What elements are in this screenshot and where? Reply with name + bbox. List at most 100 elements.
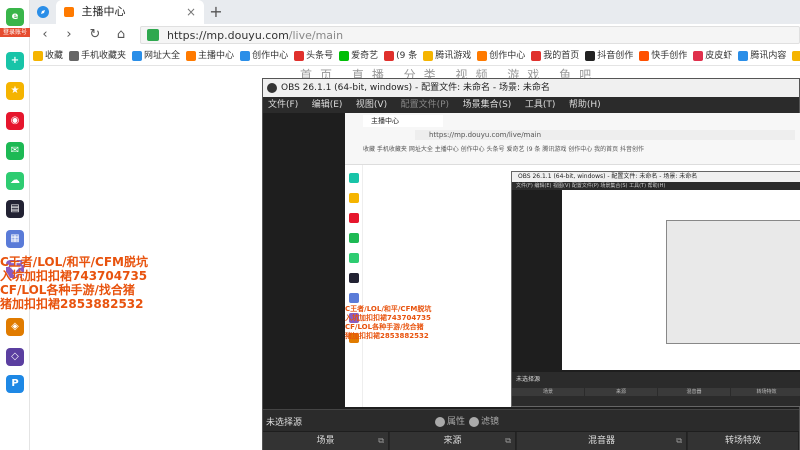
bookmark-item[interactable]: (9 条 bbox=[381, 46, 420, 65]
address-bar[interactable]: https://mp.douyu.com/live/main bbox=[140, 26, 800, 44]
bookmark-item[interactable]: 爱奇艺 bbox=[336, 46, 381, 65]
overlay-line-1: C王者/LOL/和平/CFM脱坑 bbox=[0, 255, 148, 269]
preview-sidebar-icon bbox=[349, 293, 359, 303]
address-text: https://mp.douyu.com/live/main bbox=[167, 29, 344, 42]
preview-bookmarks: 收藏 手机收藏夹 网址大全 主播中心 创作中心 头条号 爱奇艺 (9 条 腾讯游… bbox=[363, 146, 645, 153]
bookmark-item[interactable]: 头条号 bbox=[291, 46, 336, 65]
menu-help[interactable]: 帮助(H) bbox=[564, 97, 606, 113]
preview-sidebar-icon bbox=[349, 213, 359, 223]
bookmark-label: 腾讯内容 bbox=[750, 51, 787, 61]
bookmark-item[interactable]: 网址大全 bbox=[129, 46, 183, 65]
login-badge[interactable]: 登录账号 bbox=[0, 28, 30, 37]
no-source-label: 未选择源 bbox=[266, 418, 303, 428]
filter-icon bbox=[469, 416, 479, 427]
dock-scenes[interactable]: 场景 ⧉ bbox=[263, 432, 389, 450]
obs-preview-margin bbox=[263, 113, 345, 407]
obs-window[interactable]: OBS 26.1.1 (64-bit, windows) - 配置文件: 未命名… bbox=[262, 78, 800, 450]
dock-transitions[interactable]: 转场特效 bbox=[688, 432, 799, 450]
app-icon-blue[interactable]: P bbox=[6, 375, 24, 393]
bookmark-item[interactable]: 快手创作 bbox=[636, 46, 690, 65]
preview-sidebar-icon bbox=[349, 173, 359, 183]
bookmark-item[interactable]: 创作中心 bbox=[237, 46, 291, 65]
bookmark-favicon-icon bbox=[186, 50, 197, 61]
bookmark-item[interactable]: 主播中心 bbox=[183, 46, 237, 65]
preview-sidebar-icon bbox=[349, 253, 359, 263]
forward-icon[interactable]: › bbox=[58, 24, 80, 46]
obs-preview[interactable]: 主播中心 https://mp.douyu.com/live/main 收藏 手… bbox=[345, 113, 800, 407]
bookmark-item[interactable]: 创作中心 bbox=[474, 46, 528, 65]
browser-logo-icon[interactable]: e bbox=[6, 8, 24, 26]
nested-dock-transitions: 转场特效 bbox=[731, 388, 800, 396]
app-icon-dark[interactable]: ▤ bbox=[6, 200, 24, 218]
mail-icon[interactable]: ✉ bbox=[6, 142, 24, 160]
overlay-line-3: CF/LOL各种手游/找合猪 bbox=[0, 283, 135, 297]
properties-button[interactable]: 属性 bbox=[435, 414, 465, 427]
preview-browser-chrome: 主播中心 https://mp.douyu.com/live/main 收藏 手… bbox=[345, 113, 800, 165]
preview-sidebar-icon bbox=[349, 273, 359, 283]
new-tab-button[interactable]: + bbox=[206, 0, 226, 24]
preview-sidebar bbox=[345, 165, 363, 407]
dock-sources[interactable]: 来源 ⧉ bbox=[390, 432, 516, 450]
bookmarks-bar: 收藏 手机收藏夹 网址大全 主播中心 创作中心 头条号 爱奇艺 (9 条 腾讯游戏 创作中心 我的首… bbox=[30, 46, 800, 66]
cloud-icon[interactable]: ☁ bbox=[6, 172, 24, 190]
star-icon[interactable]: ★ bbox=[6, 82, 24, 100]
overlay-line-2: 入坑加扣扣裙743704735 bbox=[0, 269, 148, 283]
menu-view[interactable]: 视图(V) bbox=[351, 97, 392, 113]
bookmark-favicon-icon bbox=[738, 50, 749, 61]
reload-icon[interactable]: ↻ bbox=[84, 24, 106, 46]
menu-profile[interactable]: 配置文件(P) bbox=[396, 97, 454, 113]
bookmark-favicon-icon bbox=[69, 50, 80, 61]
menu-scene-collection[interactable]: 场景集合(S) bbox=[458, 97, 517, 113]
filters-button[interactable]: 滤镜 bbox=[469, 414, 499, 427]
tab-title: 主播中心 bbox=[81, 5, 126, 18]
dock-mixer[interactable]: 混音器 ⧉ bbox=[517, 432, 687, 450]
bookmark-label: 创作中心 bbox=[252, 51, 289, 61]
bookmark-favicon-icon bbox=[132, 50, 143, 61]
preview-tab-title: 主播中心 bbox=[363, 115, 443, 127]
left-sidebar: e 登录账号 + ★ ◉ ✉ ☁ ▤ ▦ ◆ ◈ ◇ P bbox=[0, 0, 30, 450]
nested-deep-capture bbox=[666, 220, 800, 344]
menu-file[interactable]: 文件(F) bbox=[263, 97, 303, 113]
doc-icon[interactable]: ▦ bbox=[6, 230, 24, 248]
bookmark-label: 手机收藏夹 bbox=[81, 51, 127, 61]
bookmark-item[interactable]: 手机收藏夹 bbox=[66, 46, 129, 65]
bookmark-label: 头条号 bbox=[306, 51, 334, 61]
bookmark-item[interactable]: 抖音创作 bbox=[582, 46, 636, 65]
bookmark-item[interactable]: QQ bbox=[789, 46, 800, 65]
preview-address: https://mp.douyu.com/live/main bbox=[415, 130, 795, 140]
bookmark-item[interactable]: 皮皮虾 bbox=[690, 46, 735, 65]
back-icon[interactable]: ‹ bbox=[34, 24, 56, 46]
lock-icon bbox=[147, 29, 159, 41]
tab-main[interactable]: 主播中心 × bbox=[56, 0, 204, 24]
nested-preview bbox=[562, 190, 800, 370]
home-icon[interactable]: ⌂ bbox=[110, 24, 132, 46]
gear-icon bbox=[435, 416, 445, 427]
undock-icon[interactable]: ⧉ bbox=[676, 432, 682, 450]
bookmark-item[interactable]: 收藏 bbox=[30, 46, 66, 65]
bookmark-item[interactable]: 腾讯内容 bbox=[735, 46, 789, 65]
weibo-icon[interactable]: ◉ bbox=[6, 112, 24, 130]
nested-dock-sources: 来源 bbox=[585, 388, 657, 396]
obs-title-bar[interactable]: OBS 26.1.1 (64-bit, windows) - 配置文件: 未命名… bbox=[263, 79, 799, 97]
bookmark-item[interactable]: 腾讯游戏 bbox=[420, 46, 474, 65]
nested-obs-title: OBS 26.1.1 (64-bit, windows) - 配置文件: 未命名… bbox=[512, 172, 800, 182]
close-icon[interactable]: × bbox=[186, 0, 196, 24]
bookmark-label: 抖音创作 bbox=[597, 51, 634, 61]
app-icon-green[interactable]: + bbox=[6, 52, 24, 70]
menu-edit[interactable]: 编辑(E) bbox=[307, 97, 348, 113]
bookmark-label: 快手创作 bbox=[651, 51, 688, 61]
bookmark-label: 我的首页 bbox=[543, 51, 580, 61]
bookmark-label: 主播中心 bbox=[198, 51, 235, 61]
browser-home-tab[interactable] bbox=[30, 0, 56, 24]
undock-icon[interactable]: ⧉ bbox=[505, 432, 511, 450]
stream-overlay-text: C王者/LOL/和平/CFM脱坑 入坑加扣扣裙743704735 CF/LOL各… bbox=[0, 255, 260, 311]
game-icon-3[interactable]: ◇ bbox=[6, 348, 24, 366]
nested-no-source: 未选择源 bbox=[516, 376, 541, 383]
bookmark-label: (9 条 bbox=[396, 51, 418, 61]
bookmark-item[interactable]: 我的首页 bbox=[528, 46, 582, 65]
bookmark-favicon-icon bbox=[693, 50, 704, 61]
game-icon-2[interactable]: ◈ bbox=[6, 318, 24, 336]
bookmark-label: 网址大全 bbox=[144, 51, 181, 61]
undock-icon[interactable]: ⧉ bbox=[378, 432, 384, 450]
menu-tools[interactable]: 工具(T) bbox=[520, 97, 561, 113]
